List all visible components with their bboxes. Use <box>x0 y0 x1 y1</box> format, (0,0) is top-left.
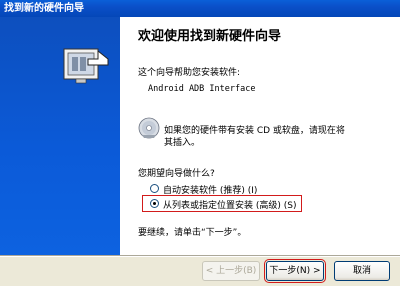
continue-hint: 要继续，请单击“下一步”。 <box>138 228 247 238</box>
next-button[interactable]: 下一步(N) > <box>264 259 326 283</box>
cd-hint-line2: 其插入。 <box>164 138 201 148</box>
radio-advanced-label: 从列表或指定位置安装 (高级) (S) <box>163 201 297 211</box>
back-button[interactable]: < 上一步(B) <box>202 261 260 281</box>
hardware-wizard-icon <box>63 48 109 84</box>
radio-auto[interactable] <box>150 184 159 193</box>
title-bar: 找到新的硬件向导 <box>0 0 400 17</box>
wizard-content: 欢迎使用找到新硬件向导 这个向导帮助您安装软件: Android ADB Int… <box>120 17 400 255</box>
window-title: 找到新的硬件向导 <box>4 3 84 14</box>
radio-advanced[interactable] <box>150 199 159 208</box>
wizard-banner <box>0 17 120 255</box>
cancel-button[interactable]: 取消 <box>334 261 390 281</box>
cd-disc-icon <box>138 117 160 139</box>
intro-text: 这个向导帮助您安装软件: <box>138 68 241 78</box>
button-separator <box>0 255 400 257</box>
question-text: 您期望向导做什么? <box>138 169 215 179</box>
wizard-heading: 欢迎使用找到新硬件向导 <box>138 29 282 44</box>
device-name: Android ADB Interface <box>148 84 256 94</box>
